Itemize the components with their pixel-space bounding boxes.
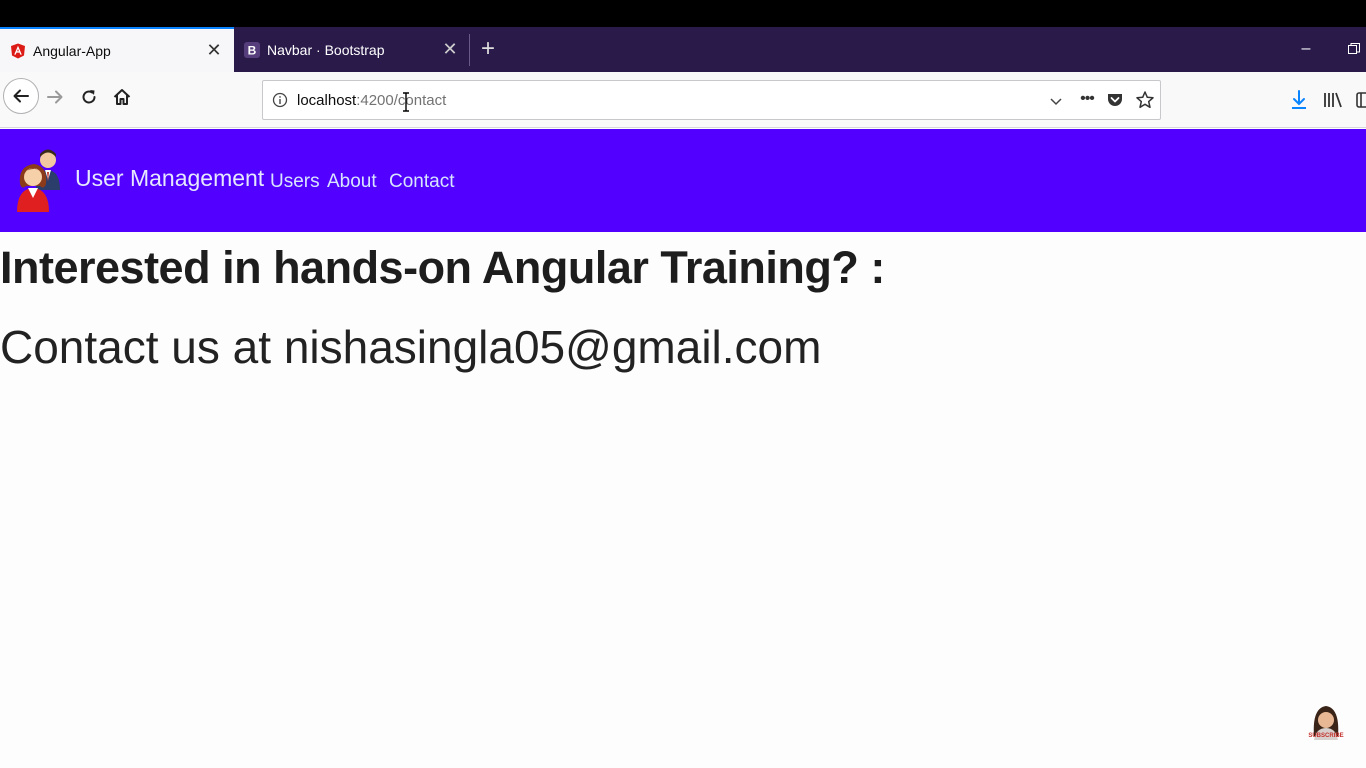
library-icon[interactable] <box>1322 88 1344 112</box>
tab-title: Navbar · Bootstrap <box>267 41 385 58</box>
back-button[interactable] <box>3 78 39 114</box>
user-management-logo-icon[interactable] <box>14 146 66 214</box>
more-actions-icon[interactable]: ••• <box>1077 90 1097 110</box>
angular-icon <box>10 43 26 59</box>
forward-button[interactable] <box>44 86 66 108</box>
tab-strip: Angular-App ✕ B Navbar · Bootstrap ✕ <box>0 27 1366 72</box>
minimize-window-icon[interactable]: – <box>1296 35 1316 63</box>
chevron-down-icon[interactable] <box>1048 93 1064 109</box>
svg-text:B: B <box>248 43 257 57</box>
url-text[interactable]: localhost:4200/contact <box>297 92 446 109</box>
url-host: localhost <box>297 92 357 109</box>
home-icon <box>113 89 131 105</box>
tab-divider <box>469 34 470 66</box>
tab-navbar-bootstrap[interactable]: B Navbar · Bootstrap ✕ <box>234 27 470 72</box>
navbar-brand[interactable]: User Management <box>75 165 264 192</box>
screen-top-bar <box>0 0 1366 27</box>
browser-toolbar: localhost:4200/contact ••• <box>0 72 1366 128</box>
forward-arrow-icon <box>47 90 63 104</box>
reload-button[interactable] <box>78 86 100 108</box>
bootstrap-icon: B <box>244 41 260 58</box>
back-arrow-icon <box>13 89 29 103</box>
pocket-icon[interactable] <box>1106 91 1124 109</box>
subscribe-label[interactable]: SUBSCRIBE <box>1305 733 1347 739</box>
contact-text: Contact us at nishasingla05@gmail.com <box>0 321 822 373</box>
address-bar[interactable]: localhost:4200/contact ••• <box>262 80 1161 120</box>
text-cursor-icon <box>401 92 411 112</box>
restore-window-icon[interactable] <box>1345 35 1363 63</box>
nav-link-users[interactable]: Users <box>270 171 320 193</box>
nav-link-contact[interactable]: Contact <box>389 171 454 193</box>
sidebar-icon[interactable] <box>1355 88 1366 112</box>
close-tab-icon[interactable]: ✕ <box>440 39 460 60</box>
download-icon[interactable] <box>1289 88 1309 112</box>
reload-icon <box>82 90 96 104</box>
new-tab-icon[interactable]: + <box>478 35 498 63</box>
tab-title: Angular-App <box>33 42 111 59</box>
home-button[interactable] <box>111 86 133 108</box>
page-heading: Interested in hands-on Angular Training?… <box>0 242 885 293</box>
close-tab-icon[interactable]: ✕ <box>204 40 224 61</box>
nav-link-about[interactable]: About <box>327 171 377 193</box>
info-icon[interactable] <box>272 92 288 108</box>
bookmark-star-icon[interactable] <box>1135 90 1155 110</box>
tab-angular-app[interactable]: Angular-App ✕ <box>0 27 234 72</box>
